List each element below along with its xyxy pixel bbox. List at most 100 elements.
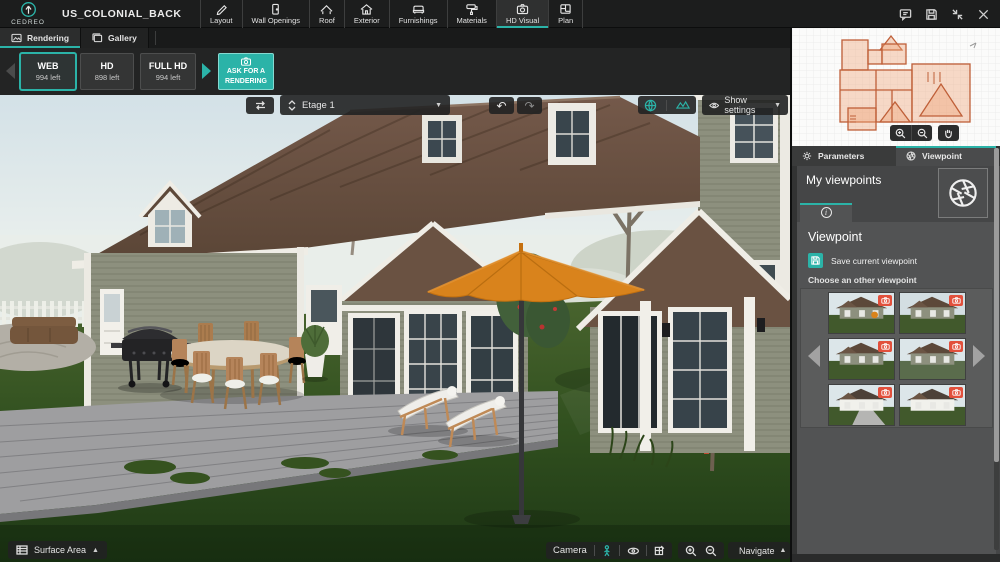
plan-icon [559,3,572,15]
pencil-icon [215,3,228,15]
switch-view-button[interactable] [246,97,274,114]
ask-for-rendering-button[interactable]: ASK FOR A RENDERING [218,53,274,90]
tab-furnishings[interactable]: Furnishings [389,0,447,28]
brand-name: CEDREO [11,19,45,26]
viewpoint-thumbnail[interactable] [899,338,966,380]
3d-viewport[interactable]: Etage 1 ▼ ↶ ↷ Show settings ▼ Surface Ar… [0,95,790,562]
camera-label: Camera [553,545,587,556]
cedreo-logo[interactable]: CEDREO [0,0,56,28]
camera-icon [881,343,890,350]
tab-materials[interactable]: Materials [447,0,496,28]
undo-button[interactable]: ↶ [489,97,514,114]
viewpoint-thumbnail[interactable] [828,338,895,380]
panel-scrollbar[interactable] [994,148,999,550]
navigate-button[interactable]: Navigate ▲ [728,542,790,559]
viewpoint-thumbnail[interactable] [828,292,895,334]
zoom-out-icon [917,128,928,139]
pan-hand-icon [943,128,954,139]
camera-icon [881,297,890,304]
surface-area-button[interactable]: Surface Area ▲ [8,541,107,559]
show-settings-button[interactable]: Show settings ▼ [702,95,788,115]
camera-icon [952,343,961,350]
tab-rendering[interactable]: Rendering [0,28,81,48]
zoom-in-icon[interactable] [685,545,697,557]
camera-mode-bar: Camera [546,542,672,559]
redo-button[interactable]: ↷ [517,97,542,114]
feedback-icon[interactable] [899,8,912,21]
minimap-zoom-out-button[interactable] [911,125,932,141]
gallery-icon [92,33,103,43]
house-icon [360,3,373,15]
terrain-icon[interactable] [676,99,690,111]
tab-parameters[interactable]: Parameters [792,146,896,166]
info-icon: i [821,207,832,218]
viewpoint-thumbnail[interactable] [899,384,966,426]
tab-viewpoint[interactable]: Viewpoint [896,146,996,166]
tab-gallery[interactable]: Gallery [81,28,149,48]
cedreo-app: CEDREO US_COLONIAL_BACK Layout Wall Open… [0,0,1000,562]
roof-icon [320,3,333,15]
resolution-hd-button[interactable]: HD 898 left [80,53,134,90]
chevron-down-icon: ▼ [774,102,781,109]
viewpoint-camera-badge [878,295,892,306]
tab-wall-openings[interactable]: Wall Openings [242,0,310,28]
viewpoint-camera-badge [949,387,963,398]
viewpoint-camera-badge [878,387,892,398]
tab-roof[interactable]: Roof [309,0,344,28]
minimap-zoom-in-button[interactable] [890,125,911,141]
globe-icon[interactable] [644,99,657,112]
workspace: Rendering Gallery WEB 994 left HD 898 le… [0,28,790,562]
environment-toggles [638,96,696,114]
scroll-left-arrow[interactable] [6,63,15,79]
plan-view-icon[interactable] [654,545,665,556]
zoom-controls [678,542,724,559]
take-viewpoint-button[interactable] [938,168,988,218]
carousel-next-arrow[interactable] [973,345,985,367]
table-icon [16,545,28,555]
floor-plan-minimap[interactable] [792,28,1000,146]
scrollbar-thumb[interactable] [994,148,999,462]
chevron-up-icon: ▲ [780,547,787,554]
exit-fullscreen-icon[interactable] [951,8,964,21]
floor-selector[interactable]: Etage 1 ▼ [280,95,450,115]
sofa-icon [412,3,425,15]
aperture-icon [947,177,979,209]
3d-scene [0,95,790,562]
window-controls [899,0,990,28]
viewpoint-thumbnail[interactable] [899,292,966,334]
viewpoint-thumbnail[interactable] [828,384,895,426]
floor-selector-value: Etage 1 [302,100,335,111]
next-arrow [202,63,211,79]
tab-plan[interactable]: Plan [548,0,583,28]
resolution-fullhd-button[interactable]: FULL HD 994 left [140,53,196,90]
close-icon[interactable] [977,8,990,21]
tab-layout[interactable]: Layout [200,0,242,28]
camera-icon [240,57,252,66]
panel-footer [792,554,1000,562]
rendering-icon [11,33,22,43]
resolution-web-button[interactable]: WEB 994 left [20,53,76,90]
viewpoint-panel: My viewpoints i Viewpoint Save current v… [792,166,1000,562]
chevron-down-icon: ▼ [435,102,442,109]
carousel-prev-arrow[interactable] [808,345,820,367]
minimap-controls [890,125,959,141]
tab-exterior[interactable]: Exterior [344,0,389,28]
eye-icon [709,101,719,110]
tab-hd-visual[interactable]: HD Visual [496,0,548,28]
viewpoint-camera-badge [949,341,963,352]
project-title: US_COLONIAL_BACK [62,8,181,20]
paint-roller-icon [465,3,478,15]
save-icon[interactable] [925,8,938,21]
zoom-out-icon[interactable] [705,545,717,557]
viewpoint-carousel [800,288,993,428]
gear-icon [802,151,812,161]
tab-info[interactable]: i [800,203,852,222]
titlebar: CEDREO US_COLONIAL_BACK Layout Wall Open… [0,0,1000,28]
camera-icon [516,3,529,15]
camera-icon [952,297,961,304]
save-viewpoint-button[interactable]: Save current viewpoint [808,253,917,268]
walk-mode-icon[interactable] [602,545,612,557]
minimap-pan-button[interactable] [938,125,959,141]
orbit-view-icon[interactable] [627,546,640,556]
viewpoint-camera-badge [878,341,892,352]
